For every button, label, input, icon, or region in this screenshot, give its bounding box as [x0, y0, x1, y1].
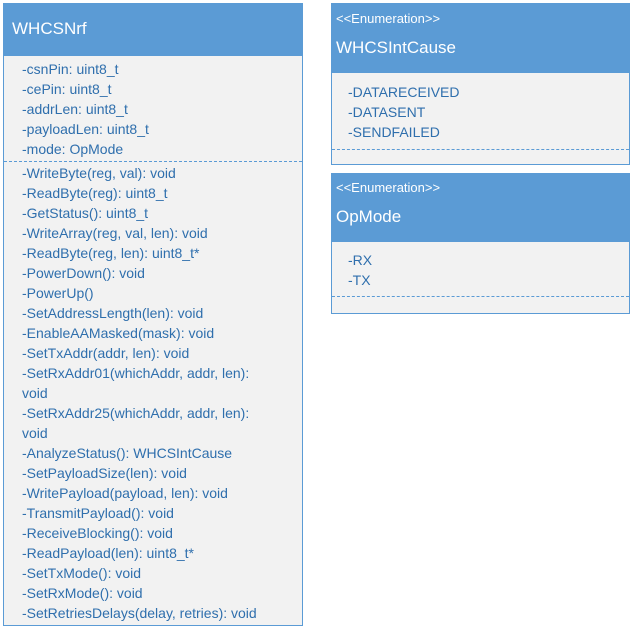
operation: -GetStatus(): uint8_t: [22, 205, 149, 221]
enum-header: <<Enumeration>> OpMode: [332, 174, 629, 242]
operation: -SetRxMode(): void: [22, 585, 143, 601]
operation: -ReadByte(reg): uint8_t: [22, 185, 168, 201]
attribute: -addrLen: uint8_t: [22, 101, 128, 117]
attribute-list: -csnPin: uint8_t -cePin: uint8_t -addrLe…: [4, 56, 302, 161]
operation: -TransmitPayload(): void: [22, 505, 174, 521]
operation: -WritePayload(payload, len): void: [22, 485, 228, 501]
enum-value: -DATARECEIVED: [348, 84, 460, 100]
class-name: WHCSNrf: [12, 19, 87, 38]
enum-value: -SENDFAILED: [348, 124, 440, 140]
operation: -SetTxMode(): void: [22, 565, 142, 581]
operation: -SetRxAddr01(whichAddr, addr, len):: [22, 365, 250, 381]
enum-value-list: -RX -TX: [332, 242, 629, 296]
operation: -AnalyzeStatus(): WHCSIntCause: [22, 445, 233, 461]
operation: -ReadPayload(len): uint8_t*: [22, 545, 194, 561]
enum-whcsintcause: <<Enumeration>> WHCSIntCause -DATARECEIV…: [331, 3, 630, 165]
section-divider: [332, 149, 629, 150]
enum-opmode: <<Enumeration>> OpMode -RX -TX: [331, 173, 630, 314]
attribute: -csnPin: uint8_t: [22, 61, 119, 77]
operation: -PowerUp(): [22, 285, 94, 301]
operation: -EnableAAMasked(mask): void: [22, 325, 215, 341]
operation: -SetRxAddr25(whichAddr, addr, len):: [22, 405, 250, 421]
operation: -WriteArray(reg, val, len): void: [22, 225, 208, 241]
operation: -SetPayloadSize(len): void: [22, 465, 187, 481]
operation-continuation: void: [22, 385, 48, 401]
operation: -PowerDown(): void: [22, 265, 145, 281]
operation-list: -WriteByte(reg, val): void -ReadByte(reg…: [4, 162, 302, 623]
operation: -WriteByte(reg, val): void: [22, 165, 176, 181]
attribute: -mode: OpMode: [22, 141, 124, 157]
operation-continuation: void: [22, 425, 48, 441]
enum-header: <<Enumeration>> WHCSIntCause: [332, 4, 629, 73]
operation: -ReceiveBlocking(): void: [22, 525, 173, 541]
enum-name: WHCSIntCause: [336, 38, 456, 57]
enum-value-list: -DATARECEIVED -DATASENT -SENDFAILED: [332, 73, 629, 149]
enum-stereotype: <<Enumeration>>: [336, 11, 441, 26]
section-divider: [332, 296, 629, 297]
class-header: WHCSNrf: [4, 4, 302, 56]
attribute: -cePin: uint8_t: [22, 81, 112, 97]
enum-value: -DATASENT: [348, 104, 426, 120]
operation: -SetAddressLength(len): void: [22, 305, 204, 321]
class-whcsnrf: WHCSNrf -csnPin: uint8_t -cePin: uint8_t…: [3, 3, 303, 626]
operation: -SetRetriesDelays(delay, retries): void: [22, 605, 257, 621]
enum-value: -RX: [348, 252, 373, 268]
enum-value: -TX: [348, 272, 371, 288]
operation: -ReadByte(reg, len): uint8_t*: [22, 245, 200, 261]
operation: -SetTxAddr(addr, len): void: [22, 345, 190, 361]
attribute: -payloadLen: uint8_t: [22, 121, 149, 137]
enum-stereotype: <<Enumeration>>: [336, 180, 441, 195]
enum-name: OpMode: [336, 207, 402, 226]
